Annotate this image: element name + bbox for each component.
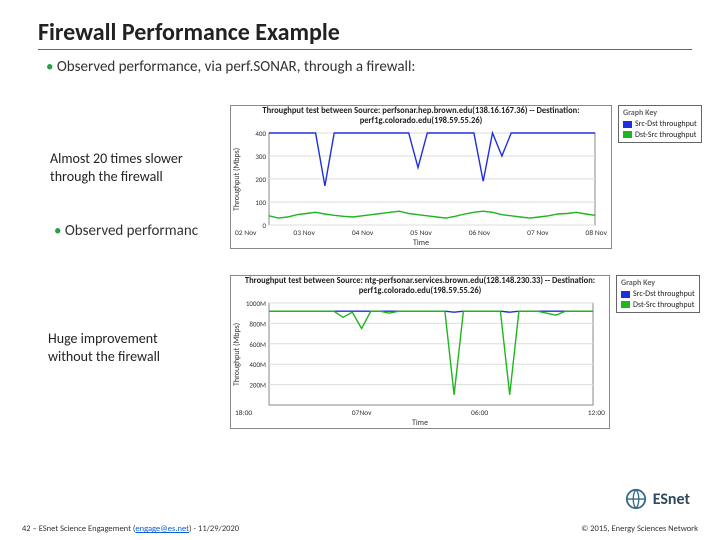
- title-underline: Firewall Performance Example: [38, 18, 692, 50]
- bullet-observed-partial: Observed performanc: [54, 222, 198, 240]
- chart2-plot: 1000M 800M 600M 400M 200M: [243, 299, 597, 409]
- legend-item-dst-src: Dst-Src throughput: [621, 300, 695, 310]
- esnet-logo: ESnet: [625, 488, 690, 510]
- globe-icon: [625, 488, 647, 510]
- legend-label: Src-Dst throughput: [633, 289, 695, 299]
- legend-item-dst-src: Dst-Src throughput: [623, 130, 697, 140]
- swatch-green-icon: [621, 301, 630, 308]
- swatch-green-icon: [623, 131, 632, 138]
- swatch-blue-icon: [623, 121, 632, 128]
- legend-label: Src-Dst throughput: [635, 119, 697, 129]
- annotation-improvement: Huge improvement without the firewall: [48, 330, 198, 365]
- chart1-legend: Graph Key Src-Dst throughput Dst-Src thr…: [618, 105, 702, 143]
- page-title: Firewall Performance Example: [38, 18, 692, 47]
- chart1-xticks: 02 Nov03 Nov04 Nov05 Nov06 Nov07 Nov08 N…: [231, 229, 611, 238]
- chart2-legend: Graph Key Src-Dst throughput Dst-Src thr…: [616, 275, 700, 313]
- svg-text:400M: 400M: [249, 360, 266, 369]
- svg-text:400: 400: [255, 129, 266, 138]
- svg-text:100: 100: [255, 198, 266, 207]
- logo-text: ESnet: [653, 490, 690, 509]
- bullet-observed-through-firewall: Observed performance, via perf.SONAR, th…: [46, 58, 692, 76]
- footer-email-link[interactable]: engage@es.net: [135, 524, 189, 534]
- chart2-xticks: 18:0007Nov06:0012:00: [231, 409, 609, 418]
- svg-text:200M: 200M: [249, 380, 266, 389]
- chart-through-firewall: Throughput test between Source: perfsona…: [230, 105, 612, 249]
- footer-prefix: 42 – ESnet Science Engagement (: [22, 524, 135, 534]
- footer-copyright: © 2015, Energy Sciences Network: [581, 524, 698, 534]
- chart1-title: Throughput test between Source: perfsona…: [231, 106, 611, 129]
- footer-suffix: ) - 11/29/2020: [189, 524, 239, 534]
- legend-label: Dst-Src throughput: [635, 130, 696, 140]
- chart1-xlabel: Time: [231, 238, 611, 248]
- svg-text:0: 0: [262, 221, 266, 229]
- chart2-title: Throughput test between Source: ntg-perf…: [231, 276, 609, 299]
- svg-text:800M: 800M: [249, 319, 266, 328]
- svg-text:300: 300: [255, 152, 266, 161]
- svg-text:1000M: 1000M: [246, 299, 266, 308]
- chart2-ylabel: Throughput (Mbps): [231, 299, 243, 409]
- annotation-slower: Almost 20 times slower through the firew…: [50, 150, 200, 185]
- chart2-xlabel: Time: [231, 418, 609, 428]
- slide: Firewall Performance Example Observed pe…: [0, 0, 720, 540]
- chart1-ylabel: Throughput (Mbps): [231, 129, 243, 229]
- legend-title: Graph Key: [621, 278, 695, 288]
- footer: 42 – ESnet Science Engagement (engage@es…: [22, 524, 698, 534]
- legend-item-src-dst: Src-Dst throughput: [623, 119, 697, 129]
- legend-item-src-dst: Src-Dst throughput: [621, 289, 695, 299]
- chart1-plot: 0 100 200 300 400: [243, 129, 599, 229]
- chart-without-firewall: Throughput test between Source: ntg-perf…: [230, 275, 610, 429]
- swatch-blue-icon: [621, 291, 630, 298]
- footer-left: 42 – ESnet Science Engagement (engage@es…: [22, 524, 239, 534]
- legend-title: Graph Key: [623, 108, 697, 118]
- svg-text:200: 200: [255, 175, 266, 184]
- legend-label: Dst-Src throughput: [633, 300, 694, 310]
- svg-text:600M: 600M: [249, 339, 266, 348]
